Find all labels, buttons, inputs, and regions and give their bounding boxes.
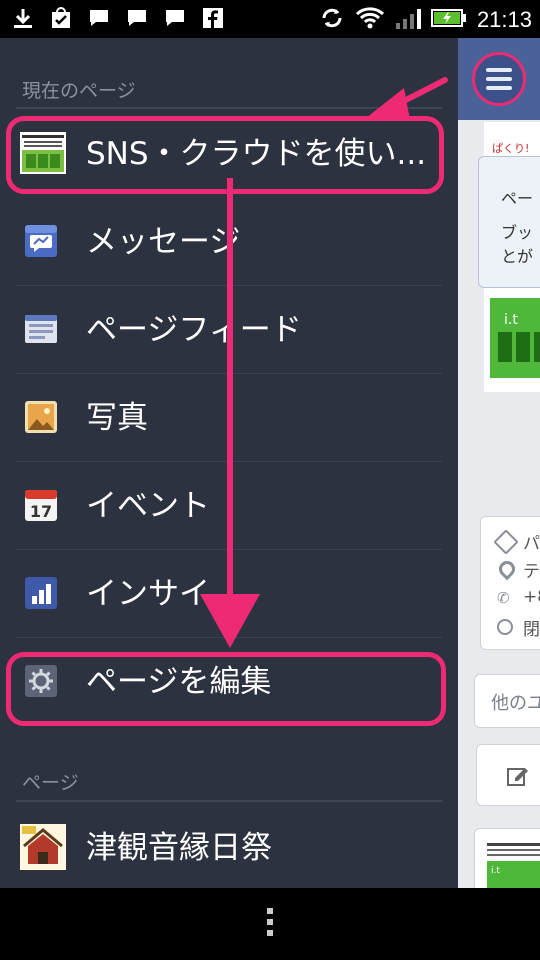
section-divider bbox=[16, 107, 442, 109]
status-bar: 21:13 bbox=[0, 0, 540, 38]
tooltip-text: ペー bbox=[501, 189, 534, 208]
tag-icon bbox=[493, 529, 519, 555]
chat-icon bbox=[162, 6, 188, 30]
menu-item-label: メッセージ bbox=[86, 224, 241, 260]
page-item-label: 津観音縁日祭 bbox=[86, 830, 272, 866]
chat-icon bbox=[124, 6, 150, 30]
highlight-current-page bbox=[6, 116, 444, 194]
messages-icon bbox=[24, 224, 58, 258]
hamburger-icon bbox=[486, 68, 512, 90]
page-thumbnail-icon bbox=[20, 824, 66, 870]
compose-button[interactable] bbox=[476, 744, 540, 806]
sync-icon bbox=[319, 5, 345, 35]
menu-item-insights[interactable]: インサイ bbox=[0, 550, 458, 638]
page-feed-icon bbox=[24, 312, 58, 346]
menu-item-label: 写真 bbox=[86, 400, 148, 436]
other-users-text: 他のユ bbox=[491, 693, 540, 714]
svg-text:ぱくり!: ぱくり! bbox=[492, 142, 529, 155]
menu-item-photos[interactable]: 写真 bbox=[0, 374, 458, 462]
calendar-icon: 17 bbox=[24, 488, 58, 522]
info-text: テ bbox=[523, 562, 540, 582]
signal-icon bbox=[395, 6, 421, 34]
tooltip-text: とが bbox=[501, 247, 534, 266]
edit-icon bbox=[507, 765, 529, 791]
info-text: +8 bbox=[523, 587, 540, 607]
facebook-icon bbox=[200, 6, 226, 30]
menu-item-label: イベント bbox=[86, 488, 210, 524]
battery-charging-icon bbox=[430, 7, 467, 33]
location-icon bbox=[495, 557, 519, 581]
main-content-peek: ぱくり! i.t ペー ブッ とが パ テ ✆ +8 閉 他のユ i.t bbox=[458, 38, 540, 888]
other-users-field[interactable]: 他のユ bbox=[474, 674, 540, 728]
phone-icon: ✆ bbox=[497, 589, 510, 607]
download-icon bbox=[10, 6, 36, 30]
photos-icon bbox=[24, 400, 58, 434]
chat-icon bbox=[86, 6, 112, 30]
menu-item-label: インサイ bbox=[86, 576, 210, 612]
section-divider bbox=[16, 800, 442, 802]
tooltip-text: ブッ bbox=[501, 223, 534, 242]
menu-item-page-feed[interactable]: ページフィード bbox=[0, 286, 458, 374]
menu-item-messages[interactable]: メッセージ bbox=[0, 198, 458, 286]
info-text: パ bbox=[523, 534, 540, 554]
menu-item-events[interactable]: 17 イベント bbox=[0, 462, 458, 550]
svg-text:17: 17 bbox=[30, 502, 52, 521]
system-nav-bar bbox=[0, 888, 540, 960]
info-text: 閉 bbox=[523, 620, 540, 640]
page-item[interactable]: 津観音縁日祭 bbox=[0, 804, 458, 888]
current-page-section-header: 現在のページ bbox=[22, 80, 136, 102]
tooltip-popup: ペー ブッ とが bbox=[478, 156, 540, 288]
menu-item-label: ページフィード bbox=[86, 312, 302, 348]
menu-button[interactable] bbox=[472, 52, 526, 106]
shopping-bag-check-icon bbox=[48, 6, 74, 30]
insights-icon bbox=[24, 576, 58, 610]
clock: 21:13 bbox=[476, 7, 532, 32]
svg-text:i.t: i.t bbox=[491, 866, 500, 876]
top-bar bbox=[458, 38, 540, 120]
pages-section-header: ページ bbox=[22, 772, 79, 794]
svg-text:i.t: i.t bbox=[504, 312, 518, 328]
info-card: パ テ ✆ +8 閉 bbox=[480, 516, 540, 650]
post-card: i.t bbox=[474, 828, 540, 888]
highlight-edit-page bbox=[6, 652, 446, 726]
wifi-icon bbox=[355, 6, 385, 34]
overflow-menu-icon[interactable] bbox=[265, 908, 275, 944]
clock-icon bbox=[497, 619, 513, 635]
